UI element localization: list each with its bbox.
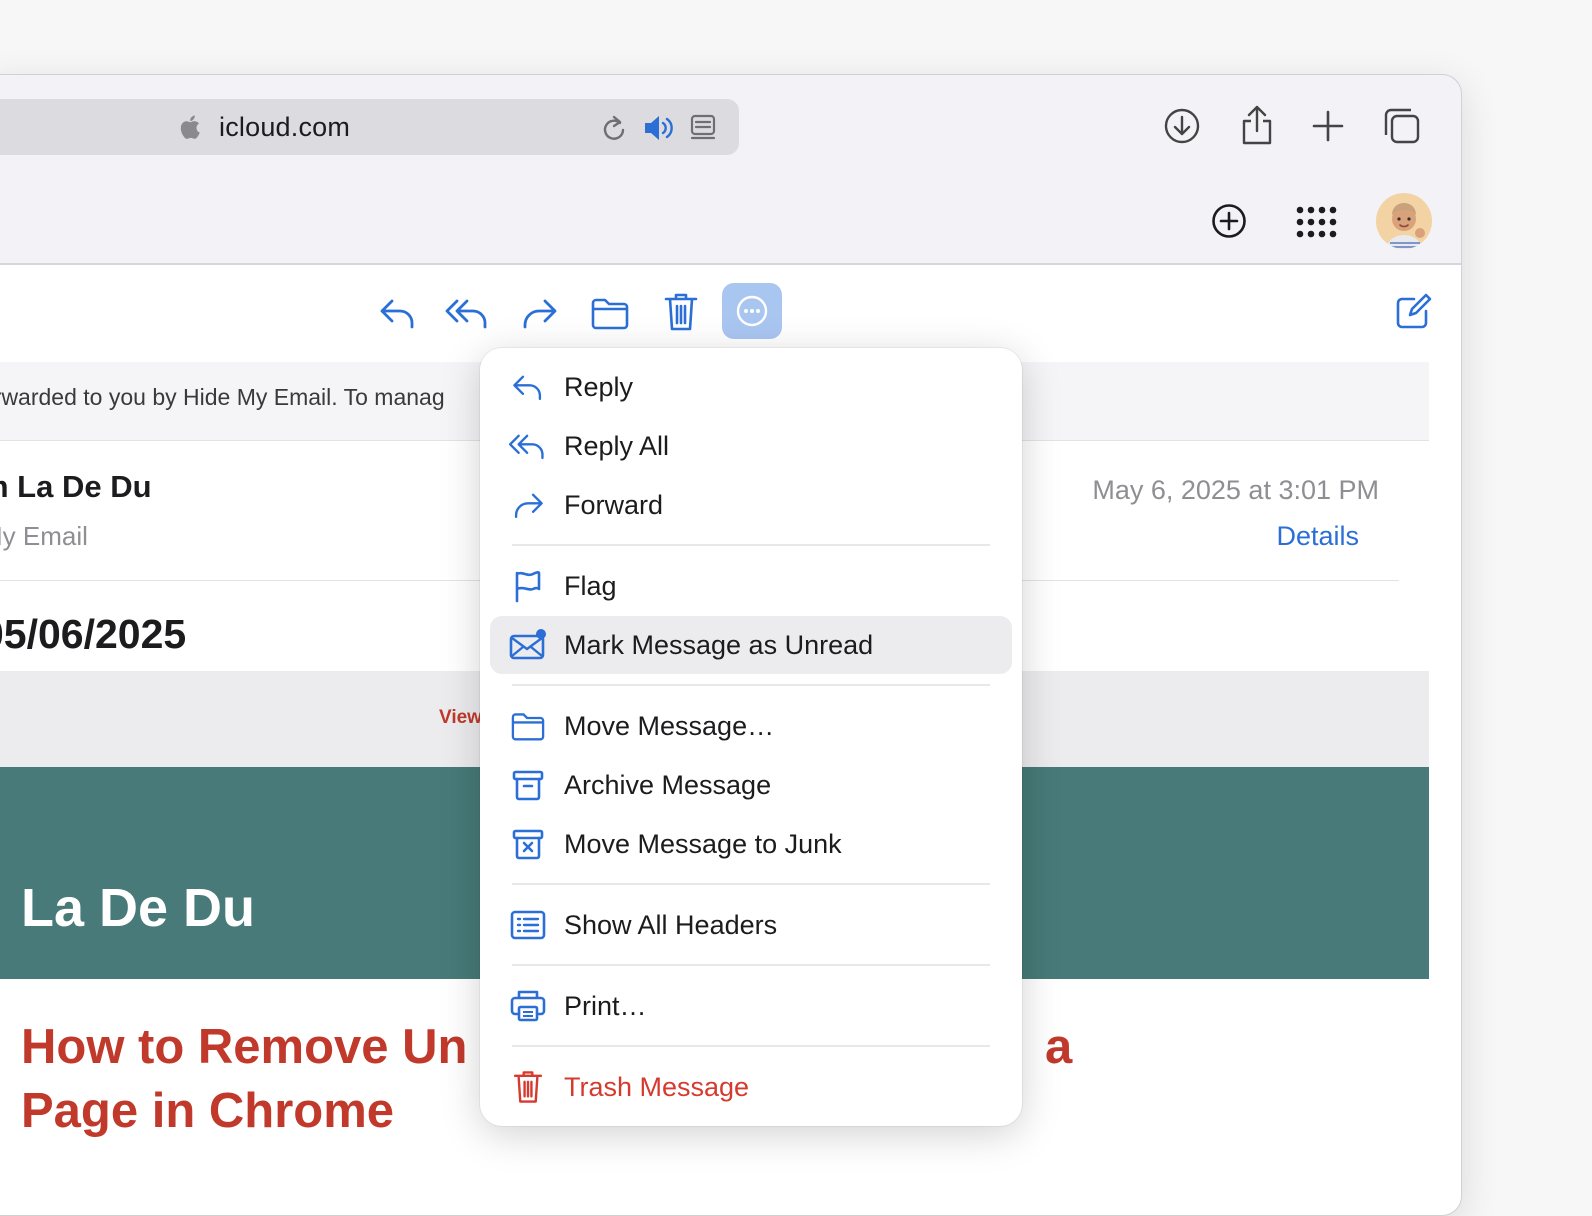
menu-separator	[512, 544, 990, 546]
view-in-browser-link[interactable]: View	[439, 707, 482, 729]
url-text: icloud.com	[219, 112, 351, 142]
printer-icon	[508, 986, 548, 1026]
address-bar[interactable]: icloud.com	[0, 99, 739, 155]
menu-item-label: Flag	[564, 570, 617, 601]
memoji-avatar-icon	[1386, 203, 1425, 249]
sender-address: My Email	[0, 521, 88, 551]
new-tab-icon[interactable]	[1311, 109, 1345, 143]
menu-item-reply[interactable]: Reply	[490, 358, 1012, 416]
menu-item-label: Show All Headers	[564, 909, 778, 940]
headline-tail: a	[1045, 1020, 1073, 1074]
menu-separator	[512, 684, 990, 686]
headers-list-icon	[508, 905, 548, 945]
headline-line-1: How to Remove Un	[21, 1020, 468, 1074]
menu-item-print[interactable]: Print…	[490, 977, 1012, 1035]
junk-box-icon	[508, 824, 548, 864]
menu-item-label: Reply	[564, 371, 634, 402]
more-actions-button[interactable]	[722, 283, 782, 339]
flag-icon	[508, 566, 548, 606]
trash-icon	[508, 1067, 548, 1107]
menu-item-label: Move Message…	[564, 710, 775, 741]
menu-item-label: Archive Message	[564, 769, 772, 800]
archive-box-icon	[508, 765, 548, 805]
sender-name: m La De Du	[0, 469, 152, 504]
add-circle-icon[interactable]	[1211, 203, 1247, 239]
compose-icon[interactable]	[1394, 293, 1432, 331]
details-link[interactable]: Details	[1276, 521, 1359, 552]
reply-icon	[508, 367, 548, 407]
trash-icon[interactable]	[663, 291, 699, 333]
ellipsis-circle-icon	[736, 295, 768, 327]
menu-item-move-to-junk[interactable]: Move Message to Junk	[490, 815, 1012, 873]
menu-separator	[512, 964, 990, 966]
menu-item-archive[interactable]: Archive Message	[490, 756, 1012, 814]
menu-separator	[512, 883, 990, 885]
tab-overview-icon[interactable]	[1383, 107, 1421, 145]
menu-item-label: Forward	[564, 489, 664, 520]
menu-item-label: Move Message to Junk	[564, 828, 842, 859]
menu-item-label: Trash Message	[564, 1071, 750, 1102]
menu-item-label: Reply All	[564, 430, 670, 461]
forward-icon	[508, 485, 548, 525]
message-date: May 6, 2025 at 3:01 PM	[1092, 475, 1379, 505]
move-folder-icon[interactable]	[590, 295, 630, 331]
share-icon[interactable]	[1239, 103, 1275, 147]
headline-line-2: Page in Chrome	[21, 1084, 395, 1138]
avatar[interactable]	[1376, 193, 1432, 249]
banner-text: orwarded to you by Hide My Email. To man…	[0, 384, 445, 410]
apple-logo-icon	[180, 115, 200, 139]
menu-item-forward[interactable]: Forward	[490, 476, 1012, 534]
app-launcher-grid-icon[interactable]	[1295, 205, 1339, 239]
folder-icon	[508, 706, 548, 746]
menu-item-label: Mark Message as Unread	[564, 629, 874, 660]
reply-icon[interactable]	[378, 293, 418, 333]
menu-separator	[512, 1045, 990, 1047]
article-headline[interactable]: How to Remove Un Page in Chrome	[21, 1015, 467, 1143]
unread-envelope-icon	[508, 625, 548, 665]
menu-item-show-all-headers[interactable]: Show All Headers	[490, 896, 1012, 954]
menu-item-reply-all[interactable]: Reply All	[490, 417, 1012, 475]
speaker-icon[interactable]	[643, 113, 677, 143]
menu-item-mark-unread[interactable]: Mark Message as Unread	[490, 616, 1012, 674]
reload-icon[interactable]	[601, 113, 629, 143]
menu-item-move-message[interactable]: Move Message…	[490, 697, 1012, 755]
menu-item-trash-message[interactable]: Trash Message	[490, 1058, 1012, 1116]
menu-item-label: Print…	[564, 990, 647, 1021]
reply-all-icon[interactable]	[445, 293, 491, 333]
forward-icon[interactable]	[519, 293, 559, 333]
reply-all-icon	[508, 426, 548, 466]
menu-item-flag[interactable]: Flag	[490, 557, 1012, 615]
more-actions-menu: Reply Reply All Forward Flag Mark Messag…	[480, 348, 1022, 1126]
hero-title: La De Du	[21, 878, 256, 938]
download-icon[interactable]	[1163, 107, 1201, 145]
message-subject: 05/06/2025	[0, 611, 187, 657]
reader-icon[interactable]	[689, 113, 717, 143]
